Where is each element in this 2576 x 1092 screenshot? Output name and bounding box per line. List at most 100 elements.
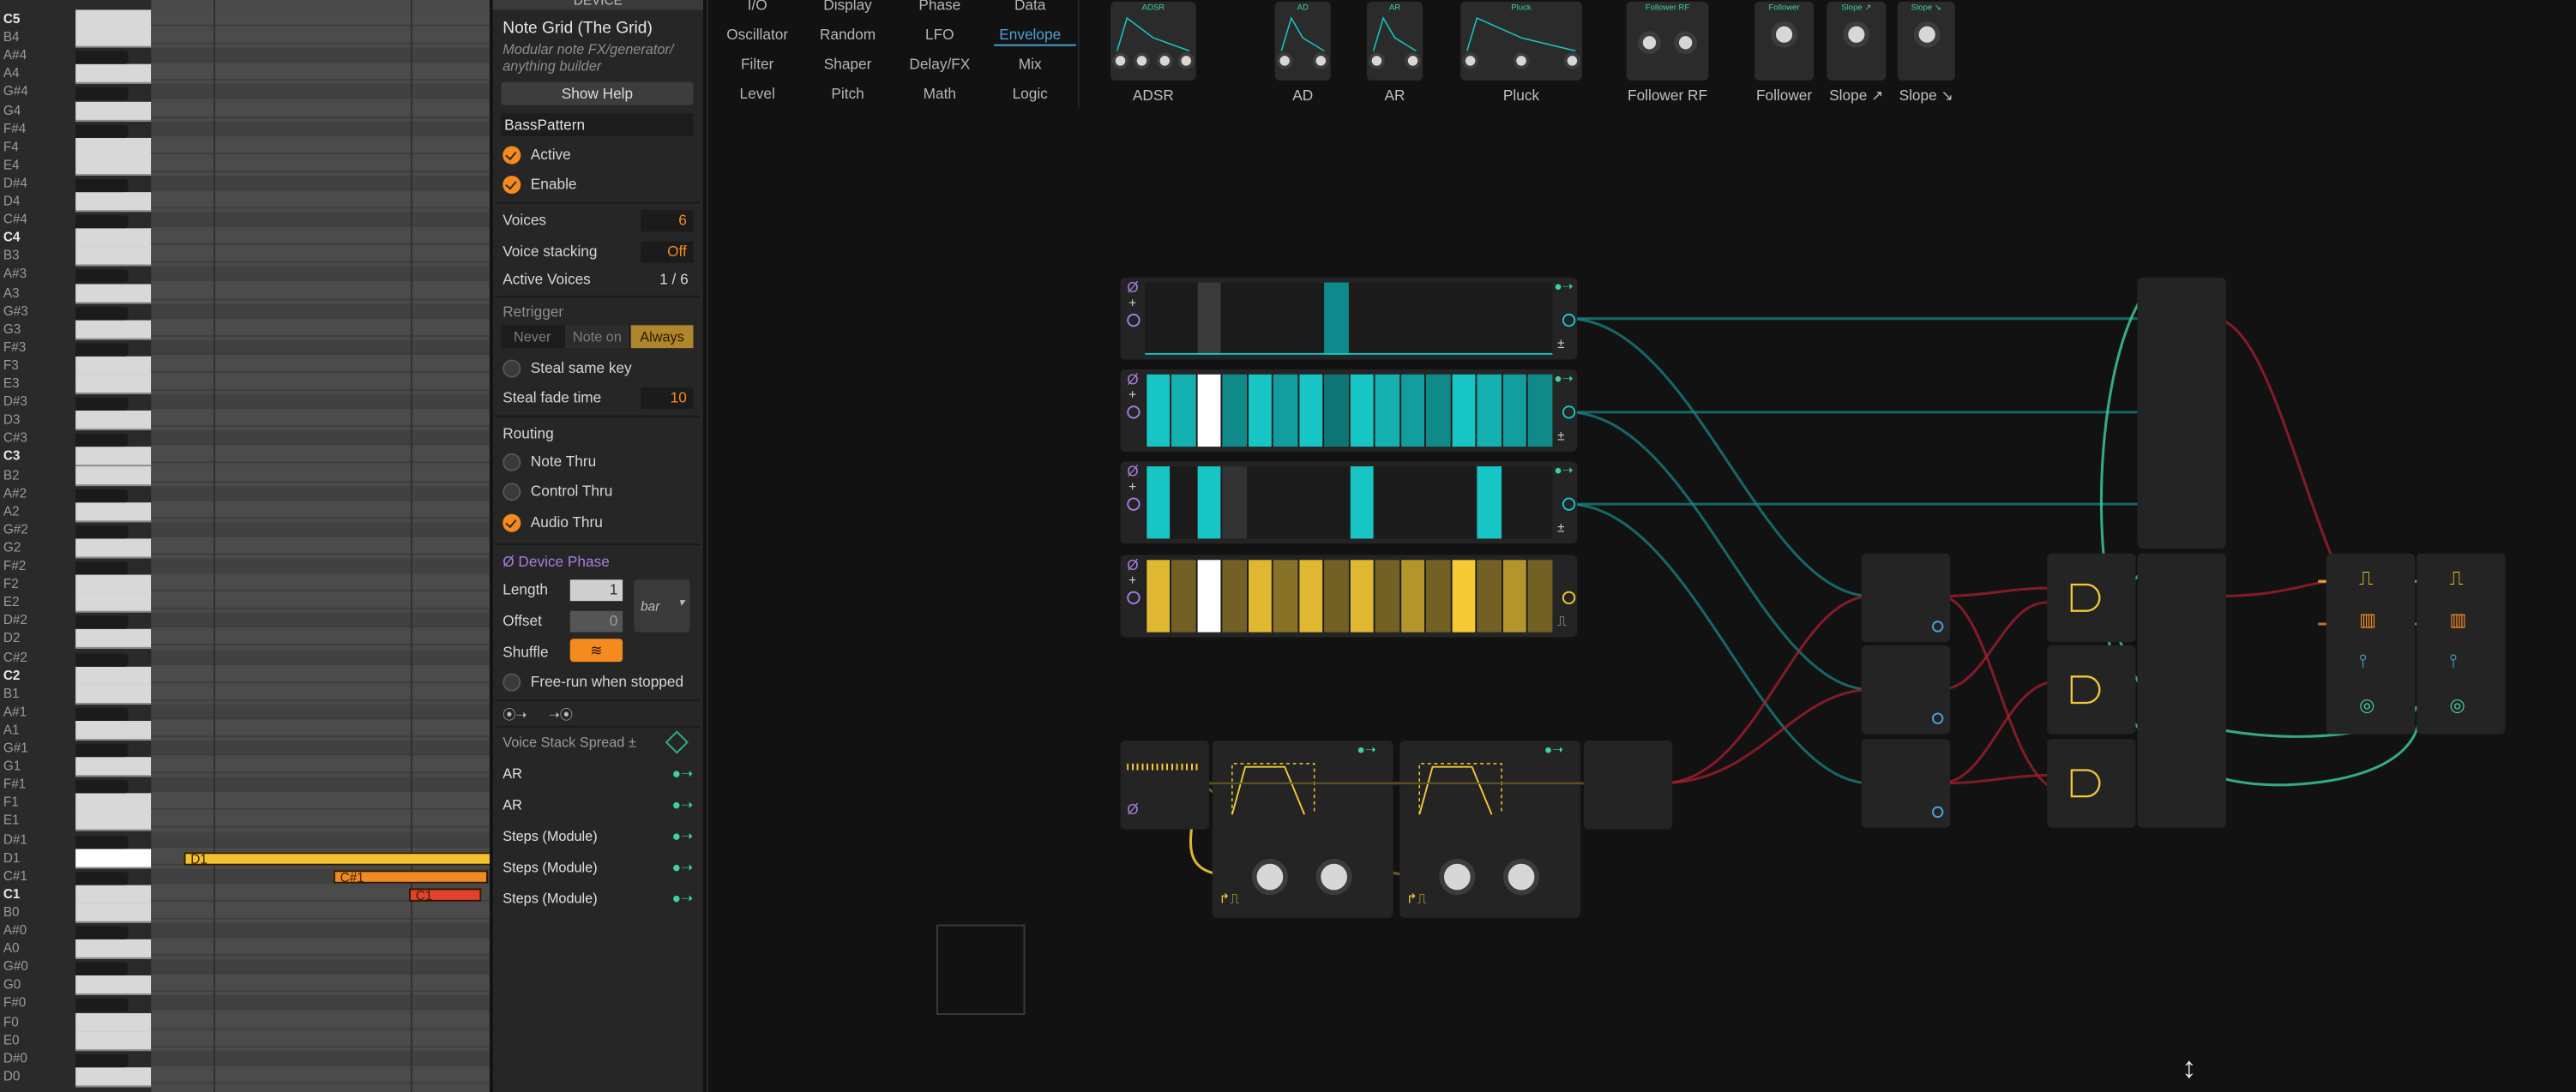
input-port[interactable] bbox=[1931, 806, 1944, 819]
grid-row[interactable] bbox=[151, 47, 490, 63]
modulation-arrow-icon[interactable]: ●➝ bbox=[1554, 279, 1573, 294]
grid-row[interactable] bbox=[151, 357, 490, 373]
grid-row[interactable] bbox=[151, 777, 490, 792]
grid-row[interactable] bbox=[151, 66, 490, 81]
white-key[interactable] bbox=[75, 1030, 152, 1051]
steps-module[interactable]: Ø + ●➝ ± bbox=[1120, 461, 1578, 544]
step-bar[interactable] bbox=[1477, 466, 1502, 539]
modulation-arrow-icon[interactable]: ●➝ bbox=[1554, 371, 1573, 386]
grid-row[interactable] bbox=[151, 448, 490, 465]
grid-row[interactable] bbox=[151, 813, 490, 829]
step-bar[interactable] bbox=[1324, 466, 1348, 538]
white-key[interactable] bbox=[75, 975, 152, 996]
length-field[interactable]: 1 bbox=[569, 579, 623, 602]
step-bar[interactable] bbox=[1273, 560, 1297, 633]
modulation-arrow-icon[interactable]: ●➝ bbox=[672, 855, 694, 879]
grid-row[interactable] bbox=[151, 977, 490, 993]
ar-module[interactable]: ●➝ ↱⎍ bbox=[1399, 741, 1580, 918]
input-port[interactable] bbox=[1127, 405, 1141, 419]
step-bar[interactable] bbox=[1477, 283, 1501, 355]
grid-row[interactable] bbox=[151, 11, 490, 27]
grid-row[interactable] bbox=[151, 649, 490, 664]
grid-row[interactable] bbox=[151, 576, 490, 591]
grid-row[interactable] bbox=[151, 594, 490, 610]
step-bar[interactable] bbox=[1527, 560, 1552, 633]
and-module[interactable] bbox=[2047, 645, 2136, 735]
step-bar[interactable] bbox=[1298, 560, 1323, 633]
step-bar[interactable] bbox=[1502, 283, 1526, 355]
black-key[interactable] bbox=[75, 707, 129, 721]
attack-knob[interactable] bbox=[1251, 858, 1288, 896]
bipolar-icon[interactable]: ± bbox=[1557, 520, 1564, 535]
grid-row[interactable] bbox=[151, 959, 490, 975]
phase-input-icon[interactable]: Ø bbox=[1127, 801, 1138, 818]
grid-row[interactable] bbox=[151, 613, 490, 628]
white-key[interactable] bbox=[75, 666, 152, 687]
grid-row[interactable] bbox=[151, 686, 490, 701]
white-key[interactable] bbox=[75, 465, 152, 486]
grid-row[interactable] bbox=[151, 248, 490, 264]
step-bar[interactable] bbox=[1273, 283, 1297, 355]
input-port[interactable] bbox=[1127, 591, 1141, 605]
white-key[interactable] bbox=[75, 592, 152, 614]
black-key[interactable] bbox=[75, 306, 129, 320]
grid-row[interactable] bbox=[151, 102, 490, 117]
black-key[interactable] bbox=[75, 1053, 129, 1067]
white-key[interactable] bbox=[75, 137, 152, 158]
black-key[interactable] bbox=[75, 397, 129, 411]
bipolar-icon[interactable]: ± bbox=[1557, 429, 1564, 443]
and-module[interactable] bbox=[2047, 553, 2136, 643]
steps-area[interactable] bbox=[1145, 466, 1553, 539]
step-bar[interactable] bbox=[1375, 466, 1399, 538]
note-clip[interactable]: C#1 bbox=[333, 869, 488, 884]
shuffle-toggle[interactable]: ≋ bbox=[569, 639, 623, 663]
modulator-item[interactable]: Steps (Module) ●➝ bbox=[503, 825, 693, 848]
step-bar[interactable] bbox=[1146, 560, 1171, 633]
grid-row[interactable] bbox=[151, 230, 490, 245]
note-thru-toggle[interactable]: Note Thru bbox=[503, 450, 693, 473]
phase-input-icon[interactable]: Ø bbox=[1127, 371, 1138, 387]
grid-row[interactable] bbox=[151, 521, 490, 537]
select-module[interactable] bbox=[2137, 553, 2226, 828]
black-key[interactable] bbox=[75, 178, 129, 193]
white-key[interactable] bbox=[75, 374, 152, 394]
grid-row[interactable] bbox=[151, 503, 490, 519]
steps-area[interactable] bbox=[1145, 374, 1553, 447]
step-bar[interactable] bbox=[1426, 466, 1450, 538]
step-bar[interactable] bbox=[1375, 560, 1399, 633]
free-run-toggle[interactable]: Free-run when stopped bbox=[503, 670, 693, 693]
grid-row[interactable] bbox=[151, 339, 490, 355]
white-key[interactable] bbox=[75, 64, 152, 85]
steps-module[interactable]: Ø + ⎍ bbox=[1120, 555, 1578, 638]
gate-icon[interactable]: ⎍ bbox=[1557, 615, 1567, 631]
step-bar[interactable] bbox=[1248, 466, 1272, 538]
modulation-arrow-icon[interactable]: ●➝ bbox=[672, 825, 694, 848]
white-key[interactable] bbox=[75, 155, 152, 176]
ar-module[interactable]: ●➝ ↱⎍ bbox=[1212, 741, 1393, 918]
step-bar[interactable] bbox=[1196, 466, 1221, 539]
modulator-item[interactable]: Steps (Module) ●➝ bbox=[503, 887, 693, 910]
modulation-arrow-icon[interactable]: ●➝ bbox=[672, 793, 694, 816]
black-key[interactable] bbox=[75, 51, 129, 65]
phase-unit-select[interactable]: bar ▾ bbox=[634, 579, 690, 633]
black-key[interactable] bbox=[75, 780, 129, 794]
voice-stacking-value[interactable]: Off bbox=[641, 241, 694, 263]
step-bar[interactable] bbox=[1171, 466, 1195, 538]
step-bar[interactable] bbox=[1273, 466, 1297, 538]
black-key[interactable] bbox=[75, 743, 129, 758]
step-bar[interactable] bbox=[1196, 560, 1221, 633]
step-bar[interactable] bbox=[1400, 560, 1424, 633]
phase-input-icon[interactable]: Ø bbox=[1127, 556, 1138, 573]
white-key[interactable] bbox=[75, 720, 152, 741]
offset-field[interactable]: 0 bbox=[569, 610, 623, 633]
grid-row[interactable] bbox=[151, 194, 490, 209]
white-key[interactable] bbox=[75, 356, 152, 376]
black-key[interactable] bbox=[75, 215, 129, 229]
step-bar[interactable] bbox=[1171, 283, 1195, 355]
grid-row[interactable] bbox=[151, 722, 490, 737]
output-port[interactable] bbox=[1562, 405, 1576, 419]
active-toggle[interactable]: Active bbox=[503, 143, 693, 166]
input-port[interactable] bbox=[1931, 712, 1944, 724]
control-thru-toggle[interactable]: Control Thru bbox=[503, 479, 693, 502]
step-bar[interactable] bbox=[1375, 374, 1399, 447]
